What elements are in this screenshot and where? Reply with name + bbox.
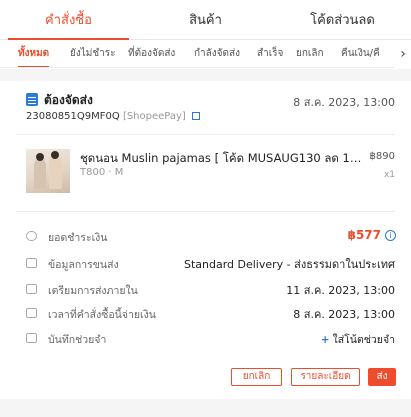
paid-time-label: เวลาที่คำสั่งซื้อนี้จ่ายเงิน — [48, 309, 156, 321]
section-gap — [0, 69, 411, 81]
product-variant: T800 · M — [80, 167, 124, 178]
paid-time-value: 8 ส.ค. 2023, 13:00 — [293, 308, 395, 321]
tab-orders[interactable]: คำสั่งซื้อ — [0, 0, 137, 40]
tab-discount-codes[interactable]: โค้ดส่วนลด — [274, 0, 411, 39]
details-button[interactable]: รายละเอียด — [291, 368, 360, 386]
prepare-value: 11 ส.ค. 2023, 13:00 — [286, 284, 395, 297]
order-id-line: 23080851Q9MF0Q [ShopeePay] — [26, 111, 201, 122]
add-note-button[interactable]: + ใส่โน้ตช่วยจำ — [321, 331, 395, 348]
calendar-icon — [26, 308, 37, 318]
section-gap — [0, 399, 411, 417]
order-status-tab-bar: ทั้งหมด ยังไม่ชำระ ที่ต้องจัดส่ง กำลังจั… — [0, 40, 411, 68]
prepare-label: เตรียมการส่งภายใน — [48, 285, 138, 297]
shipping-label: ข้อมูลการขนส่ง — [48, 259, 119, 271]
top-tab-bar: คำสั่งซื้อ สินค้า โค้ดส่วนลด — [0, 0, 411, 40]
ship-button[interactable]: ส่ง — [368, 368, 396, 386]
calendar-icon — [26, 284, 37, 294]
product-thumbnail[interactable] — [26, 149, 70, 193]
total-label: ยอดชำระเงิน — [48, 232, 108, 244]
order-id: 23080851Q9MF0Q — [26, 111, 120, 122]
divider — [16, 134, 395, 135]
chevron-right-icon[interactable]: › — [395, 40, 411, 68]
money-icon — [26, 231, 37, 241]
cancel-button[interactable]: ยกเลิก — [231, 368, 282, 386]
tab-products[interactable]: สินค้า — [137, 0, 274, 39]
subtab-unpaid[interactable]: ยังไม่ชำระ — [70, 40, 116, 67]
info-icon[interactable]: i — [385, 230, 396, 241]
subtab-refund[interactable]: คืนเงิน/คื — [341, 40, 380, 67]
copy-icon[interactable] — [192, 112, 201, 120]
order-status: ต้องจัดส่ง — [44, 93, 93, 107]
product-name[interactable]: ชุดนอน Muslin pajamas [ โค้ด MUSAUG130 ล… — [80, 150, 362, 168]
shipping-value: Standard Delivery - ส่งธรรมดาในประเทศ — [183, 258, 395, 271]
product-price: ฿890 — [369, 151, 395, 162]
order-date: 8 ส.ค. 2023, 13:00 — [293, 96, 395, 109]
product-quantity: x1 — [383, 170, 395, 180]
clipboard-icon — [26, 93, 38, 106]
truck-icon — [26, 258, 37, 268]
divider — [16, 211, 395, 212]
note-icon — [26, 333, 37, 343]
subtab-cancelled[interactable]: ยกเลิก — [296, 40, 324, 67]
subtab-to-ship[interactable]: ที่ต้องจัดส่ง — [128, 40, 175, 67]
subtab-completed[interactable]: สำเร็จ — [257, 40, 283, 67]
plus-icon: + — [320, 334, 330, 346]
subtab-shipping[interactable]: กำลังจัดส่ง — [194, 40, 240, 67]
subtab-all[interactable]: ทั้งหมด — [18, 40, 50, 67]
payment-method: [ShopeePay] — [122, 111, 186, 122]
add-note-label: ใส่โน้ตช่วยจำ — [332, 334, 395, 346]
note-label: บันทึกช่วยจำ — [48, 334, 107, 346]
total-value: ฿577 — [347, 228, 381, 242]
